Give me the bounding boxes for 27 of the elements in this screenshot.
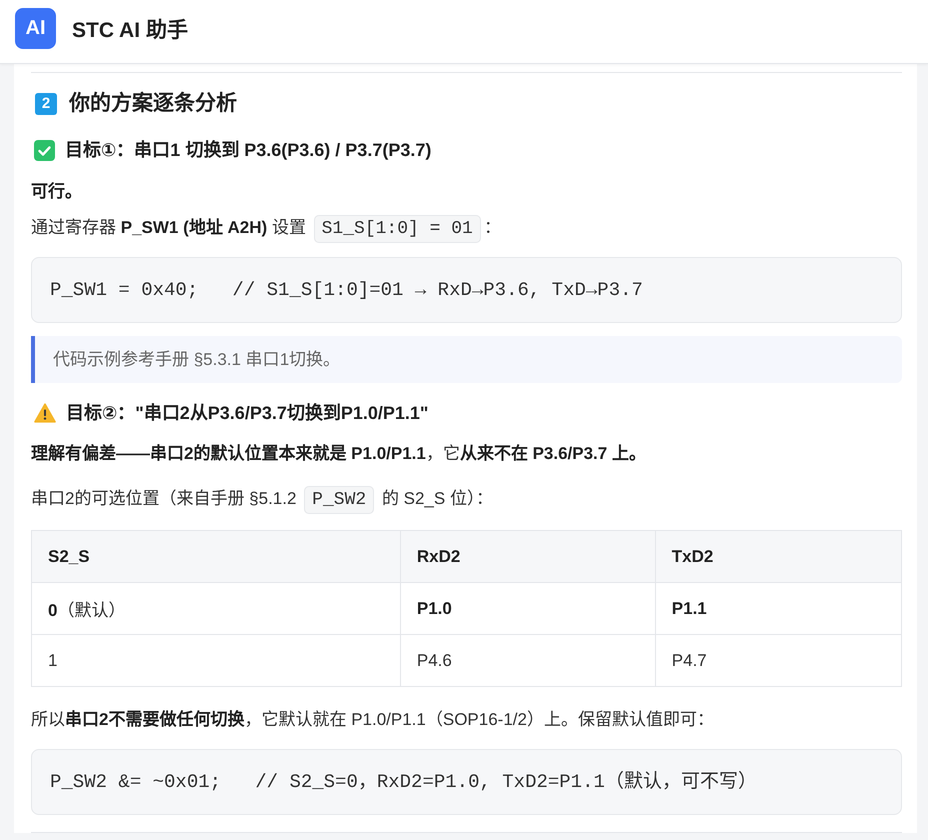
app-logo: AI xyxy=(15,8,56,48)
table-header-cell: S2_S xyxy=(32,530,400,582)
code-block: P_SW2 &= ~0x01; // S2_S=0，RxD2=P1.0, TxD2=P1.1（默认，可不写） xyxy=(31,749,902,815)
verdict-text: 可行。 xyxy=(31,181,83,203)
app-title: STC AI 助手 xyxy=(72,18,188,43)
paragraph-text: 所以串口2不需要做任何切换，它默认就在 P1.0/P1.1（SOP16-1/2）上。保留默认值即可： xyxy=(31,709,715,731)
code-block: P_SW1 = 0x40; // S1_S[1:0]=01 → RxD→P3.6, TxD→P3.7 xyxy=(31,257,902,323)
table-cell: P1.1 xyxy=(655,582,902,634)
warning-icon xyxy=(34,403,56,423)
subheading: 目标②："串口2从P3.6/P3.7切换到P1.0/P1.1" xyxy=(66,402,428,425)
quote-block: 代码示例参考手册 §5.3.1 串口1切换。 xyxy=(31,336,902,383)
subheading: 目标①：串口1 切换到 P3.6(P3.6) / P3.7(P3.7) xyxy=(65,139,432,162)
paragraph-text: 通过寄存器 P_SW1 (地址 A2H) 设置 S1_S[1:0] = 01 ： xyxy=(31,214,902,242)
table-header-cell: TxD2 xyxy=(655,530,902,582)
paragraph-text: 串口2的可选位置（来自手册 §5.1.2 P_SW2 的 S2_S 位）： xyxy=(31,485,902,513)
inline-code: P_SW2 xyxy=(304,486,374,514)
check-icon xyxy=(34,140,55,160)
paragraph-text: 理解有偏差——串口2的默认位置本来就是 P1.0/P1.1，它从来不在 P3.6/P3.7 上。 xyxy=(31,443,647,465)
inline-code: S1_S[1:0] = 01 xyxy=(314,215,481,243)
number-badge: 2 xyxy=(35,93,57,115)
table-cell: P4.7 xyxy=(655,634,902,686)
section-heading: 你的方案逐条分析 xyxy=(69,90,237,117)
table-cell: P1.0 xyxy=(400,582,656,634)
table-header-cell: RxD2 xyxy=(400,530,656,582)
table-cell: P4.6 xyxy=(400,634,656,686)
table-cell: 0（默认） xyxy=(32,582,400,634)
table-cell: 1 xyxy=(32,634,400,686)
